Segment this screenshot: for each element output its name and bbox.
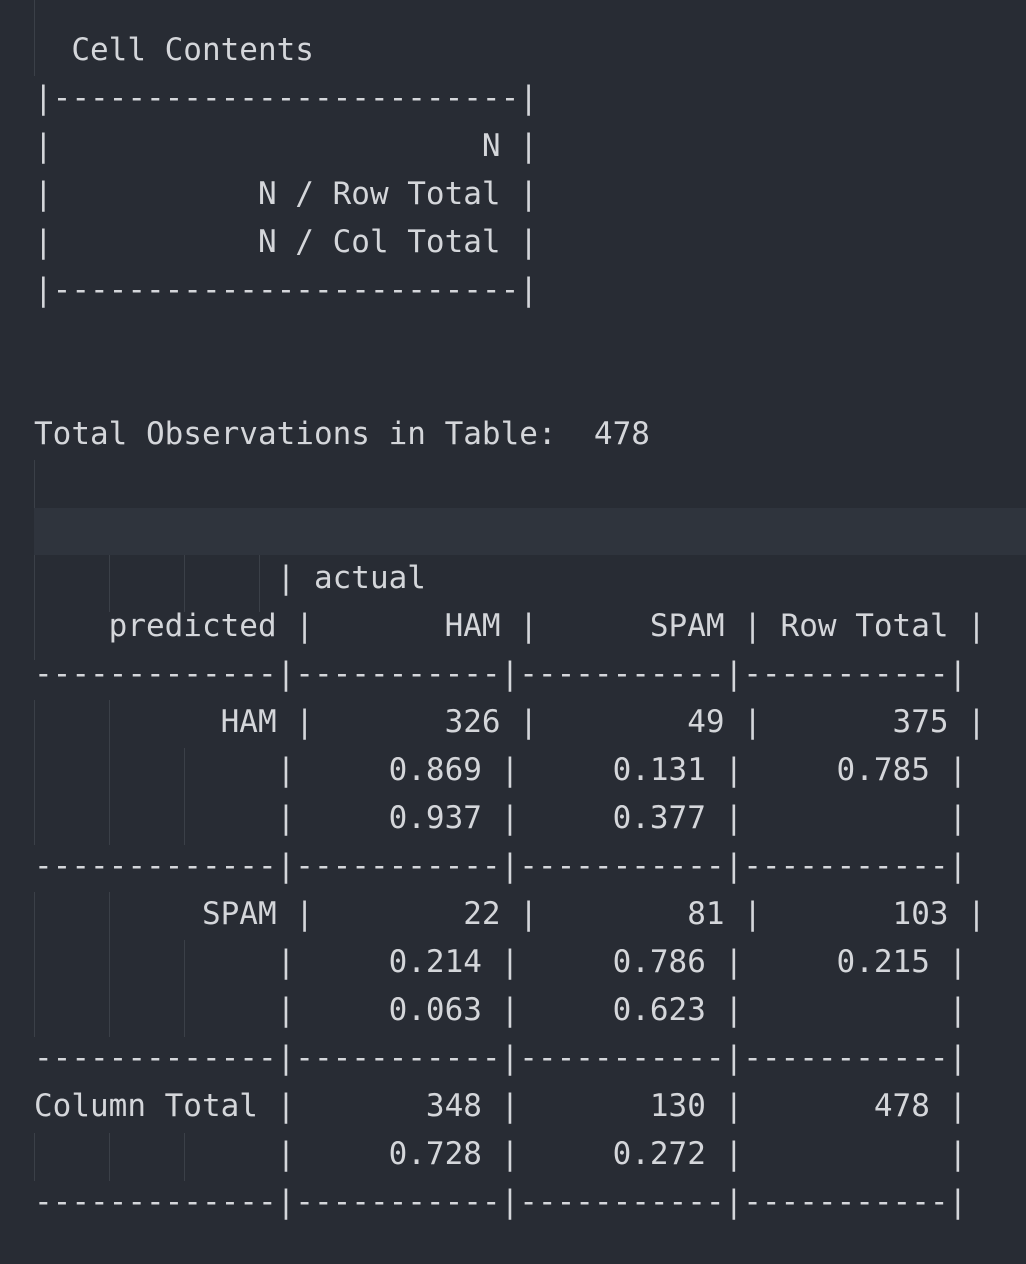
crosstab-row-spam: | 0.214 | 0.786 | 0.215 | — [34, 944, 986, 980]
cell-contents-title: Cell Contents — [34, 32, 333, 68]
crosstab-row-ham: | 0.937 | 0.377 | | — [34, 800, 986, 836]
legend-line: | N | — [34, 128, 538, 164]
crosstab-header: predicted | HAM | SPAM | Row Total | — [34, 608, 1005, 644]
crosstab-row-spam: | 0.063 | 0.623 | | — [34, 992, 986, 1028]
crosstab-row-spam: SPAM | 22 | 81 | 103 | — [34, 896, 1005, 932]
crosstab-separator: -------------|-----------|-----------|--… — [34, 1040, 968, 1076]
legend-line: | N / Col Total | — [34, 224, 538, 260]
total-observations: Total Observations in Table: 478 — [34, 416, 669, 452]
crosstab-line: | actual — [34, 560, 445, 596]
crosstab-row-ham: | 0.869 | 0.131 | 0.785 | — [34, 752, 986, 788]
crosstab-row-ham: HAM | 326 | 49 | 375 | — [34, 704, 1005, 740]
crosstab-separator: -------------|-----------|-----------|--… — [34, 1184, 968, 1220]
legend-line: |-------------------------| — [34, 80, 538, 116]
crosstab-separator: -------------|-----------|-----------|--… — [34, 848, 968, 884]
legend-line: | N / Row Total | — [34, 176, 538, 212]
cursor-line-highlight — [34, 508, 1026, 555]
crosstab-separator: -------------|-----------|-----------|--… — [34, 656, 968, 692]
crosstab-column-total: | 0.728 | 0.272 | | — [34, 1136, 986, 1172]
legend-line: |-------------------------| — [34, 272, 538, 308]
crosstab-column-total: Column Total | 348 | 130 | 478 | — [34, 1088, 986, 1124]
